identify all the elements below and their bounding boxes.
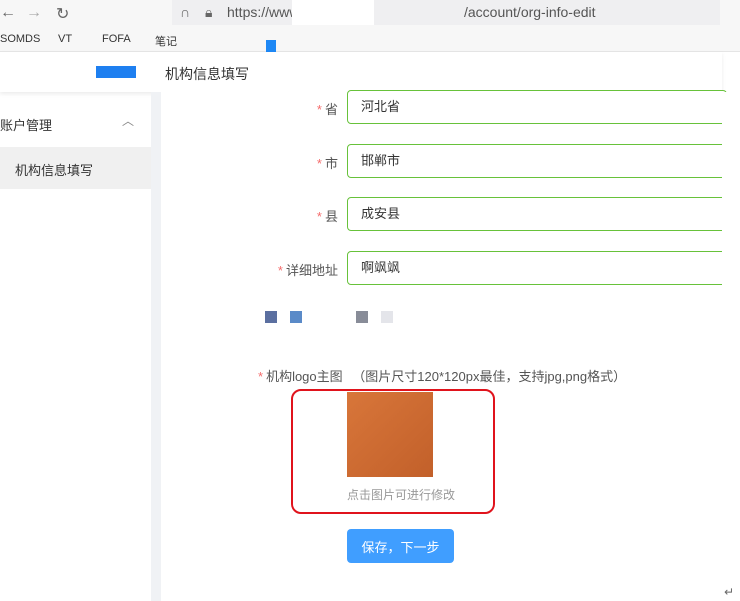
field-city: * 市邯郸市 — [161, 144, 727, 178]
logo-image-upload[interactable] — [347, 392, 433, 477]
logo-caption: 点击图片可进行修改 — [347, 488, 456, 502]
address-bar[interactable]: ∩ 🔒︎ https://www /account/org-info-edit — [172, 0, 720, 25]
chevron-up-icon: ︿ — [122, 114, 135, 128]
bookmark[interactable]: FOFA — [102, 33, 131, 45]
save-next-button[interactable]: 保存，下一步 — [347, 529, 454, 563]
lock-icon: 🔒︎ — [205, 4, 213, 20]
redaction — [266, 40, 276, 52]
province-input[interactable]: 河北省 — [347, 90, 727, 124]
logo-label: * 机构logo主图 （图片尺寸120*120px最佳，支持jpg,png格式） — [258, 369, 627, 384]
address-input[interactable]: 啊飒飒 — [347, 251, 727, 285]
divider — [151, 92, 161, 601]
page-title: 机构信息填写 — [165, 66, 249, 82]
bookmark[interactable]: VT — [58, 33, 72, 45]
city-input[interactable]: 邯郸市 — [347, 144, 727, 178]
org-form: * 省河北省 * 市邯郸市 * 县成安县 * 详细地址 啊飒飒 * 机构logo主图 （图片… — [161, 90, 727, 601]
field-province: * 省河北省 — [161, 90, 727, 124]
sidebar-item-org-info[interactable]: 机构信息填写 — [0, 147, 151, 189]
right-edge: ↵ — [722, 92, 740, 601]
url-redaction — [292, 0, 374, 25]
page-header: 机构信息填写 — [0, 52, 722, 92]
forward-icon[interactable]: → — [26, 4, 42, 22]
bookmark[interactable]: SOMDS — [0, 33, 40, 45]
field-address: * 详细地址 啊飒飒 — [161, 251, 727, 285]
bookmark[interactable]: 笔记 — [155, 33, 177, 49]
shield-icon: ∩ — [180, 4, 191, 20]
sidebar: 账户管理 ︿ 机构信息填写 — [0, 100, 151, 601]
return-icon: ↵ — [724, 585, 735, 599]
back-icon[interactable]: ← — [0, 4, 16, 22]
bookmarks-bar: SOMDS VT FOFA 笔记 — [0, 28, 740, 52]
field-county: * 县成安县 — [161, 197, 727, 231]
logo — [96, 66, 136, 78]
sidebar-group-account[interactable]: 账户管理 ︿ — [0, 100, 151, 146]
url-prefix: https://www — [227, 4, 300, 20]
group-label: 账户管理 — [0, 118, 53, 133]
browser-toolbar: ← → ↻ ∩ 🔒︎ https://www /account/org-info… — [0, 0, 740, 28]
county-input[interactable]: 成安县 — [347, 197, 727, 231]
item-label: 机构信息填写 — [15, 163, 94, 178]
url-suffix: /account/org-info-edit — [464, 4, 596, 20]
refresh-icon[interactable]: ↻ — [56, 4, 69, 24]
